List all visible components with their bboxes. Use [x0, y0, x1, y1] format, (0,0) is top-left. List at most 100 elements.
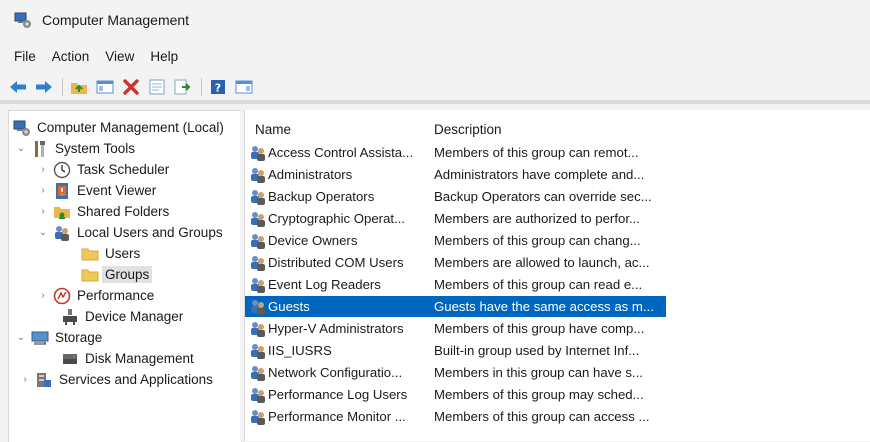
toolbar: ? [0, 74, 870, 100]
export-list-icon[interactable] [173, 77, 193, 97]
tree-item-disk-management[interactable]: Disk Management [61, 348, 194, 369]
delete-icon[interactable] [121, 77, 141, 97]
group-icon [249, 408, 267, 426]
menu-help[interactable]: Help [142, 49, 186, 64]
group-description: Members are authorized to perfor... [434, 211, 640, 226]
menu-view[interactable]: View [97, 49, 142, 64]
table-row[interactable]: Administrators Administrators have comple… [245, 164, 666, 185]
group-icon [249, 276, 267, 294]
group-description: Members of this group can chang... [434, 233, 641, 248]
tree-item-task-scheduler[interactable]: › Task Scheduler [37, 159, 169, 180]
tree-item-shared-folders[interactable]: › Shared Folders [37, 201, 169, 222]
tree-item-users[interactable]: Users [81, 243, 140, 264]
window-title: Computer Management [42, 12, 190, 28]
tree-item-performance[interactable]: › Performance [37, 285, 154, 306]
table-row[interactable]: Guests Guests have the same access as m..… [245, 296, 666, 317]
users-group-icon [53, 224, 71, 242]
group-icon [249, 364, 267, 382]
event-viewer-icon [53, 182, 71, 200]
table-row[interactable]: Distributed COM Users Members are allowed… [245, 252, 666, 273]
group-description: Members of this group can read e... [434, 277, 643, 292]
chevron-right-icon[interactable]: › [19, 374, 31, 385]
help-icon[interactable]: ? [208, 77, 228, 97]
computer-management-icon [13, 119, 31, 137]
chevron-right-icon[interactable]: › [37, 290, 49, 301]
services-applications-icon [35, 371, 53, 389]
chevron-down-icon[interactable]: ⌄ [15, 332, 27, 343]
table-row[interactable]: Device Owners Members of this group can c… [245, 230, 666, 251]
table-row[interactable]: Event Log Readers Members of this group c… [245, 274, 666, 295]
group-description: Members of this group can access ... [434, 409, 650, 424]
toolbar-separator [201, 78, 202, 96]
groups-list: Name Description Access Control Assista.… [244, 110, 870, 441]
shared-folders-icon [53, 203, 71, 221]
tree-item-services-and-applications[interactable]: › Services and Applications [17, 369, 213, 390]
group-description: Guests have the same access as m... [434, 299, 654, 314]
performance-icon [53, 287, 71, 305]
table-row[interactable]: Backup Operators Backup Operators can ove… [245, 186, 666, 207]
group-name: Backup Operators [268, 189, 375, 204]
group-description: Members in this group can have s... [434, 365, 643, 380]
device-manager-icon [61, 308, 79, 326]
tree-item-computer-management[interactable]: Computer Management (Local) [13, 117, 224, 138]
group-name: Performance Monitor ... [268, 409, 406, 424]
group-name: Network Configuratio... [268, 365, 403, 380]
up-folder-icon[interactable] [69, 77, 89, 97]
group-icon [249, 298, 267, 316]
group-name: Access Control Assista... [268, 145, 414, 160]
back-icon[interactable] [8, 77, 28, 97]
toolbar-separator [62, 78, 63, 96]
chevron-right-icon[interactable]: › [37, 164, 49, 175]
table-row[interactable]: IIS_IUSRS Built-in group used by Internet… [245, 340, 666, 361]
chevron-down-icon[interactable]: ⌄ [37, 227, 49, 238]
chevron-right-icon[interactable]: › [37, 185, 49, 196]
folder-icon [81, 266, 99, 284]
group-name: Distributed COM Users [268, 255, 404, 270]
disk-management-icon [61, 350, 79, 368]
group-name: Event Log Readers [268, 277, 381, 292]
properties-icon[interactable] [147, 77, 167, 97]
tree-item-storage[interactable]: ⌄ Storage [15, 327, 103, 348]
table-row[interactable]: Cryptographic Operat... Members are autho… [245, 208, 666, 229]
group-description: Members of this group can remot... [434, 145, 639, 160]
group-description: Administrators have complete and... [434, 167, 645, 182]
group-icon [249, 166, 267, 184]
group-icon [249, 144, 267, 162]
group-icon [249, 188, 267, 206]
tree-item-system-tools[interactable]: ⌄ System Tools [17, 138, 135, 159]
computer-management-icon [14, 11, 32, 29]
chevron-down-icon[interactable]: ⌄ [15, 143, 27, 154]
forward-icon[interactable] [34, 77, 54, 97]
group-icon [249, 342, 267, 360]
group-icon [249, 232, 267, 250]
svg-text:?: ? [215, 82, 221, 95]
menu-file[interactable]: File [6, 49, 44, 64]
tree-item-device-manager[interactable]: Device Manager [61, 306, 183, 327]
group-name: Guests [268, 299, 310, 314]
group-description: Members of this group may sched... [434, 387, 644, 402]
group-description: Built-in group used by Internet Inf... [434, 343, 640, 358]
table-row[interactable]: Network Configuratio... Members in this g… [245, 362, 666, 383]
group-name: Performance Log Users [268, 387, 408, 402]
table-row[interactable]: Performance Monitor ... Members of this g… [245, 406, 666, 427]
column-header-description[interactable]: Description [434, 118, 502, 140]
group-icon [249, 254, 267, 272]
menu-action[interactable]: Action [44, 49, 98, 64]
group-name: Administrators [268, 167, 353, 182]
group-name: Cryptographic Operat... [268, 211, 406, 226]
tree-item-groups[interactable]: Groups [81, 264, 153, 285]
group-description: Members of this group have comp... [434, 321, 645, 336]
tree-item-local-users-and-groups[interactable]: ⌄ Local Users and Groups [37, 222, 223, 243]
show-hide-action-pane-icon[interactable] [234, 77, 254, 97]
tree-item-event-viewer[interactable]: › Event Viewer [37, 180, 156, 201]
group-name: Hyper-V Administrators [268, 321, 404, 336]
group-icon [249, 210, 267, 228]
table-row[interactable]: Hyper-V Administrators Members of this gr… [245, 318, 666, 339]
show-hide-tree-icon[interactable] [95, 77, 115, 97]
table-row[interactable]: Performance Log Users Members of this gro… [245, 384, 666, 405]
menu-bar: File Action View Help [0, 44, 186, 68]
column-header-name[interactable]: Name [255, 118, 291, 140]
navigation-tree: Computer Management (Local) ⌄ System Too… [8, 110, 242, 442]
table-row[interactable]: Access Control Assista... Members of this… [245, 142, 666, 163]
chevron-right-icon[interactable]: › [37, 206, 49, 217]
